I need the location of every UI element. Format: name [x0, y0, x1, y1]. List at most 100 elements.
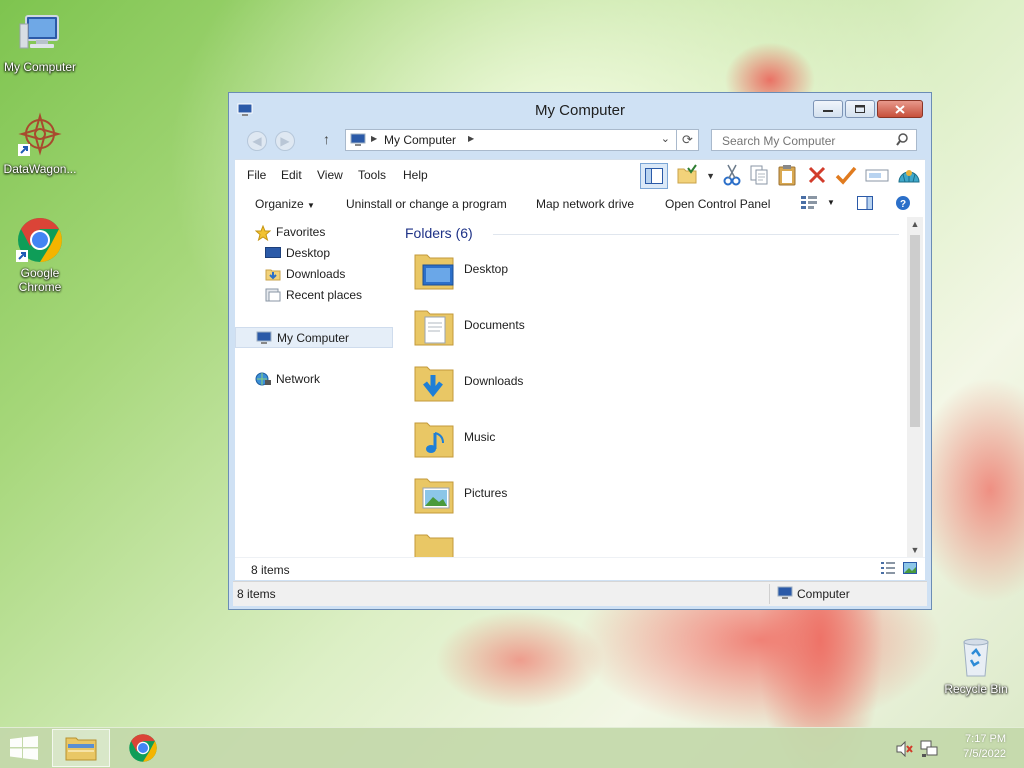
folder-label: Music — [464, 430, 496, 444]
nav-item-desktop[interactable]: Desktop — [235, 243, 393, 264]
shell-globe-icon[interactable] — [897, 164, 921, 189]
desktop-icon-datawagon[interactable]: DataWagon... — [0, 112, 80, 176]
preview-pane-icon[interactable] — [857, 196, 873, 213]
explorer-window[interactable]: My Computer ◀ ▶ ↑ ▶ My Computer ▶ ⌄ ⟳ Fi… — [228, 92, 932, 610]
star-icon — [254, 224, 272, 242]
up-arrow-icon[interactable]: ↑ — [323, 131, 330, 147]
map-network-drive-button[interactable]: Map network drive — [536, 197, 634, 211]
folder-label: Documents — [464, 318, 525, 332]
folder-icon — [413, 527, 457, 557]
search-input[interactable] — [720, 133, 894, 149]
folder-label: Desktop — [464, 262, 509, 276]
desktop-icon-label: Recycle Bin — [944, 682, 1008, 696]
chevron-down-icon[interactable]: ▼ — [827, 198, 835, 207]
documents-folder-icon — [413, 303, 457, 349]
menu-edit[interactable]: Edit — [281, 168, 302, 182]
vertical-scrollbar[interactable]: ▲ ▼ — [907, 217, 923, 557]
pictures-folder-icon — [413, 471, 457, 517]
nav-item-label: Favorites — [276, 225, 326, 239]
chrome-icon — [16, 216, 64, 264]
folder-label: Downloads — [464, 374, 524, 388]
desktop-folder-icon — [413, 247, 457, 293]
command-bar: Organize ▼ Uninstall or change a program… — [235, 189, 925, 218]
folder-item-documents[interactable]: Documents — [413, 303, 613, 355]
downloads-folder-icon — [413, 359, 457, 405]
nav-item-my-computer[interactable]: My Computer — [235, 327, 393, 348]
windows-logo-icon — [10, 736, 38, 760]
taskbar-google-chrome[interactable] — [114, 729, 172, 767]
copy-icon[interactable] — [749, 164, 769, 189]
scrollbar-thumb[interactable] — [910, 235, 920, 427]
computer-icon — [16, 10, 64, 58]
menu-file[interactable]: File — [247, 168, 266, 182]
volume-muted-icon[interactable] — [896, 740, 914, 760]
taskbar-file-explorer[interactable] — [52, 729, 110, 767]
large-icons-view-icon[interactable] — [903, 562, 917, 577]
chevron-down-icon[interactable]: ⌄ — [661, 132, 670, 145]
maximize-button[interactable] — [845, 100, 875, 118]
delete-icon[interactable] — [807, 165, 827, 188]
details-view-icon[interactable] — [881, 562, 895, 577]
desktop-icon-google-chrome[interactable]: Google Chrome — [0, 216, 80, 294]
organize-button[interactable]: Organize ▼ — [255, 197, 315, 211]
file-explorer-icon — [65, 737, 97, 761]
downloads-icon — [265, 267, 281, 281]
folder-item-music[interactable]: Music — [413, 415, 613, 467]
close-button[interactable] — [877, 100, 923, 118]
clock-time: 7:17 PM — [965, 733, 1006, 745]
checkmark-icon[interactable] — [835, 165, 857, 188]
minimize-button[interactable] — [813, 100, 843, 118]
nav-item-label: Recent places — [286, 288, 363, 302]
folder-item-pictures[interactable]: Pictures — [413, 471, 613, 523]
paste-icon[interactable] — [777, 164, 799, 189]
folder-item-downloads[interactable]: Downloads — [413, 359, 613, 411]
file-list: ▲ Folders (6) Desktop Documents Download… — [401, 217, 905, 557]
menu-help[interactable]: Help — [403, 168, 428, 182]
search-icon[interactable] — [896, 133, 908, 149]
computer-icon — [777, 586, 793, 603]
clock-date: 7/5/2022 — [963, 748, 1006, 760]
item-count: 8 items — [251, 563, 290, 577]
folder-item-desktop[interactable]: Desktop — [413, 247, 613, 299]
chevron-right-icon: ▶ — [371, 134, 378, 143]
nav-item-downloads[interactable]: Downloads — [235, 264, 393, 285]
nav-item-label: Downloads — [286, 267, 346, 281]
status-location: Computer — [797, 587, 850, 601]
address-bar[interactable]: ▶ My Computer ▶ ⌄ — [345, 129, 677, 151]
group-header[interactable]: Folders (6) — [405, 225, 473, 241]
chevron-down-icon[interactable]: ▼ — [706, 171, 715, 181]
system-clock[interactable]: 7:17 PM 7/5/2022 — [963, 732, 1006, 762]
start-button[interactable] — [10, 736, 38, 760]
title-bar[interactable]: My Computer — [229, 93, 931, 129]
nav-item-network[interactable]: Network — [235, 369, 393, 390]
scroll-down-arrow-icon[interactable]: ▼ — [907, 545, 923, 555]
properties-folder-icon[interactable] — [676, 163, 698, 189]
menu-view[interactable]: View — [317, 168, 343, 182]
nav-item-label: Desktop — [286, 246, 331, 260]
forward-button[interactable]: ▶ — [275, 131, 295, 151]
search-box[interactable] — [711, 129, 917, 151]
desktop-icon — [265, 246, 281, 260]
back-button[interactable]: ◀ — [247, 131, 267, 151]
view-options-icon[interactable] — [801, 196, 817, 213]
scroll-up-arrow-icon[interactable]: ▲ — [907, 219, 923, 229]
desktop-icon-label: My Computer — [3, 60, 77, 74]
rename-icon[interactable] — [865, 165, 889, 188]
chevron-right-icon[interactable]: ▶ — [468, 134, 474, 143]
preview-pane-icon[interactable] — [640, 163, 669, 189]
navigation-pane: Favorites Desktop Downloads Recent place… — [235, 217, 397, 557]
folder-item-partial[interactable] — [413, 527, 613, 557]
menu-tools[interactable]: Tools — [358, 168, 386, 182]
taskbar: 7:17 PM 7/5/2022 — [0, 727, 1024, 768]
address-segment[interactable]: My Computer — [384, 133, 456, 147]
nav-item-favorites[interactable]: Favorites — [235, 222, 393, 243]
open-control-panel-button[interactable]: Open Control Panel — [665, 197, 770, 211]
desktop-icon-recycle-bin[interactable]: Recycle Bin — [936, 632, 1016, 696]
network-status-icon[interactable] — [920, 740, 938, 761]
refresh-button[interactable]: ⟳ — [677, 129, 699, 151]
cut-icon[interactable] — [723, 164, 741, 189]
uninstall-program-button[interactable]: Uninstall or change a program — [346, 197, 507, 211]
help-icon[interactable]: ? — [895, 195, 911, 214]
desktop-icon-my-computer[interactable]: My Computer — [0, 10, 80, 74]
nav-item-recent-places[interactable]: Recent places — [235, 285, 393, 306]
